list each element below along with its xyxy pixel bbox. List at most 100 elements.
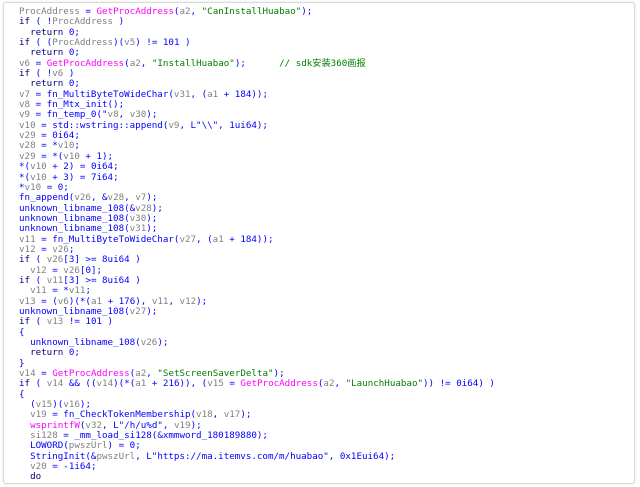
code-token: v26 <box>52 243 69 255</box>
code-token: fn_append( <box>19 192 75 204</box>
code-token: ); <box>157 337 169 348</box>
code-token: ); <box>273 368 285 380</box>
code-token: , <box>334 378 346 390</box>
code-token: )(*( <box>68 295 91 307</box>
code-token: // sdk安装360画报 <box>279 57 366 69</box>
code-token: GetProcAddress <box>46 57 125 69</box>
code-token: v12 <box>179 295 197 307</box>
code-token: = *( <box>35 150 64 162</box>
code-token: StringInit(& <box>19 450 97 462</box>
code-token: ProcAddress <box>52 37 114 49</box>
code-token: v11 <box>151 295 169 307</box>
code-token: = _mm_load_si128(&xmmword_180189880); <box>57 430 268 442</box>
code-token: )) != 0i64) ) <box>423 378 495 390</box>
code-token: )( <box>52 399 64 411</box>
code-line: v6 = GetProcAddress(a2, "InstallHuabao")… <box>19 57 495 69</box>
code-token: v10 <box>57 140 75 152</box>
code-token: LOWORD( <box>19 440 69 452</box>
code-token: 0; <box>63 78 80 90</box>
code-token: ( ! <box>30 68 53 80</box>
code-token: v5 <box>124 37 136 49</box>
code-token: do <box>30 471 42 483</box>
code-line: v11 = fn_MultiByteToWideChar(v27, (a1 + … <box>19 233 495 245</box>
code-token: , <box>140 57 152 69</box>
code-token: *( <box>19 161 31 173</box>
code-token: && (( <box>63 378 97 390</box>
code-token: v11 <box>68 285 86 297</box>
code-token: + 216)), ( <box>146 378 208 390</box>
code-token: v13 <box>46 316 64 328</box>
code-token: ( <box>30 274 47 286</box>
code-token: GetProcAddress <box>52 368 130 380</box>
code-token: = * <box>35 140 58 152</box>
code-token: return <box>30 78 64 90</box>
code-token: *( <box>19 171 31 183</box>
code-token: v30 <box>129 109 147 121</box>
code-token: ( ! <box>30 16 53 28</box>
code-token: wsprintfW <box>30 419 80 431</box>
code-line: if ( v13 != 101 ) <box>19 317 495 327</box>
code-token: "InstallHuabao" <box>151 57 235 69</box>
code-token: ); <box>146 223 158 235</box>
code-token: pwszUrl <box>68 440 108 452</box>
code-token: v32 <box>85 419 103 431</box>
code-token: } <box>19 357 25 369</box>
code-token: , L"https://ma.itemvs.com/m/huabao", 0x1… <box>135 450 396 462</box>
code-token: ); <box>146 305 158 317</box>
code-token: v26 <box>63 264 80 276</box>
code-token: = -1i64; <box>46 461 97 473</box>
code-token: v18 <box>196 409 213 421</box>
code-token: , & <box>90 192 108 204</box>
code-token: ); <box>146 109 158 121</box>
code-token: = fn_Mtx_init(); <box>30 99 125 111</box>
code-token: v10 <box>24 181 42 193</box>
code-token: ); <box>196 295 208 307</box>
code-token: v8 <box>107 109 119 121</box>
code-token: a1 <box>207 88 219 100</box>
code-line: if ( !ProcAddress ) <box>19 17 495 27</box>
code-token: if <box>19 316 31 328</box>
code-token: unknown_libname_108( <box>19 212 130 224</box>
code-token: ProcAddress <box>52 16 114 28</box>
code-token: ); <box>240 409 252 421</box>
code-token: if <box>19 254 31 266</box>
code-token: v9 <box>168 119 180 131</box>
code-token: { <box>19 326 25 338</box>
code-token: v27 <box>179 233 197 245</box>
code-token: , <box>124 192 136 204</box>
code-token: v11 <box>30 285 47 297</box>
code-token: GetProcAddress <box>96 6 174 17</box>
code-token: a2 <box>135 368 147 380</box>
code-token: v31 <box>129 223 147 235</box>
code-token: 0; <box>63 26 80 38</box>
code-token: )(*( <box>113 378 136 390</box>
code-token: v6 <box>19 57 31 69</box>
code-line: if ( !v6 ) <box>19 68 495 80</box>
code-token: "SetScreenSaverDelta" <box>157 368 274 380</box>
code-token: "CanInstallHuabao" <box>201 6 302 17</box>
code-token: = fn_temp_0(" <box>30 109 108 121</box>
code-token: , ( <box>190 88 208 100</box>
code-token: v19 <box>173 419 191 431</box>
code-token: + 176), <box>102 295 152 307</box>
code-token: ; <box>85 285 91 297</box>
code-token: v14 <box>46 378 64 390</box>
code-token: v29 <box>19 130 36 142</box>
code-token: , <box>168 295 180 307</box>
code-token: ); <box>79 399 91 411</box>
code-token: ( <box>30 254 47 266</box>
code-token: v15 <box>207 378 224 390</box>
code-token: return <box>30 347 64 359</box>
code-token: , <box>146 368 158 380</box>
code-token: v28 <box>107 192 125 204</box>
code-line: do <box>19 472 495 482</box>
code-token: = fn_MultiByteToWideChar( <box>30 88 174 100</box>
code-token: v16 <box>63 399 80 411</box>
code-token: ; <box>74 140 80 152</box>
code-token: v14 <box>19 368 36 380</box>
